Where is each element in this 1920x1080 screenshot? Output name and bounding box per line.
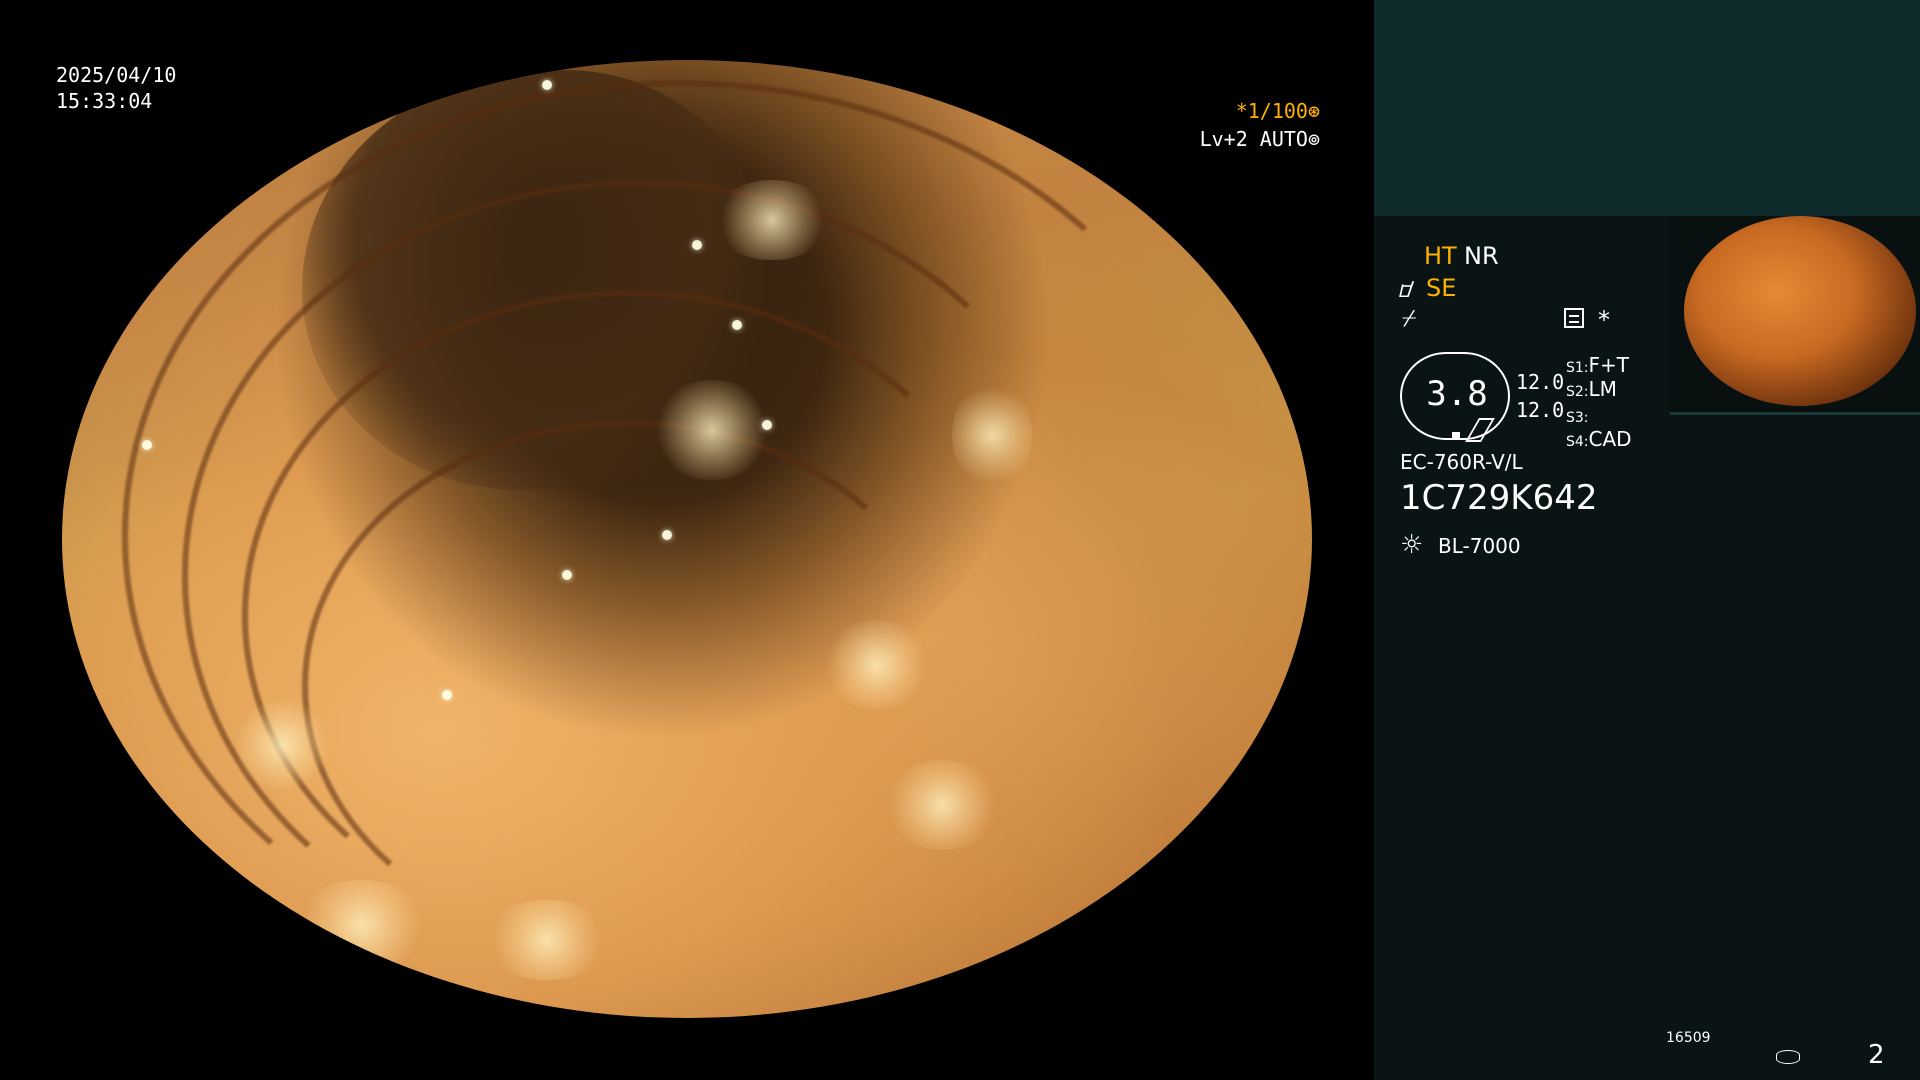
slot-label: S4: xyxy=(1566,434,1589,450)
iris-icon: ⊚ xyxy=(1307,127,1320,151)
structure-enhance-icon: ᝋ xyxy=(1398,278,1415,303)
endoscopy-screen: 2025/04/10 15:33:04 *1/100⊛ Lv+2 AUTO⊚ H… xyxy=(0,0,1920,1080)
reflection-cluster xyxy=(652,380,772,480)
thumbnail-image xyxy=(1684,216,1916,406)
shutter-text: *1/100 xyxy=(1235,99,1308,123)
specular-glint xyxy=(662,530,672,540)
level-text: Lv+2 AUTO xyxy=(1199,127,1308,151)
zoom-value: 3.8 xyxy=(1426,374,1488,414)
reflection-cluster xyxy=(822,620,932,710)
scope-model: EC-760R-V/L xyxy=(1400,450,1523,474)
time-text: 15:33:04 xyxy=(56,89,153,113)
settings-list-icon xyxy=(1564,308,1584,328)
reflection-cluster xyxy=(952,380,1032,490)
endoscopic-image xyxy=(62,60,1312,1018)
reflection-cluster xyxy=(712,180,832,260)
slot-label: S2: xyxy=(1566,384,1589,400)
ht-indicator: HT xyxy=(1424,242,1457,270)
specular-glint xyxy=(732,320,742,330)
shutter-display: *1/100⊛ xyxy=(1236,98,1320,124)
zoom-marker xyxy=(1452,432,1460,438)
page-number: 2 xyxy=(1868,1040,1885,1070)
top-band xyxy=(1374,0,1920,216)
switch-slot-4: S4:CAD xyxy=(1566,424,1632,452)
zoom-lever-icon xyxy=(1465,418,1495,442)
shutter-icon: ⊛ xyxy=(1307,99,1320,123)
light-source-model: BL-7000 xyxy=(1438,534,1521,558)
se-indicator: SE xyxy=(1426,274,1457,302)
specular-glint xyxy=(142,440,152,450)
storage-disk-icon xyxy=(1776,1050,1800,1064)
reflection-cluster xyxy=(232,700,332,790)
specular-glint xyxy=(442,690,452,700)
image-counter: 16509 xyxy=(1666,1030,1711,1046)
nr-indicator: NR xyxy=(1464,242,1499,270)
value-readout-2: 12.0 xyxy=(1516,398,1565,422)
thumbnail-preview[interactable] xyxy=(1670,216,1920,415)
reflection-cluster xyxy=(482,900,612,980)
reflection-cluster xyxy=(292,880,432,970)
datetime-display: 2025/04/10 15:33:04 xyxy=(56,62,176,114)
specular-glint xyxy=(692,240,702,250)
specular-glint xyxy=(562,570,572,580)
light-source-icon: ☼ xyxy=(1400,530,1424,560)
star-icon: * xyxy=(1598,306,1610,334)
value-readout-1: 12.0 xyxy=(1516,370,1565,394)
specular-glint xyxy=(762,420,772,430)
specular-glint xyxy=(542,80,552,90)
zoom-indicator: 3.8 xyxy=(1400,352,1510,442)
date-text: 2025/04/10 xyxy=(56,63,177,87)
scope-serial: 1C729K642 xyxy=(1400,478,1598,518)
level-display: Lv+2 AUTO⊚ xyxy=(1200,126,1320,152)
switch-slot-2: S2:LM xyxy=(1566,374,1617,402)
filter-icon: ⌿ xyxy=(1402,304,1417,332)
reflection-cluster xyxy=(882,760,1002,850)
info-panel: HT NR ᝋ SE ⌿ * 3.8 12.0 12.0 S1:F+T S2:L… xyxy=(1374,0,1920,1080)
slot-value: CAD xyxy=(1588,427,1632,451)
slot-value: LM xyxy=(1588,377,1617,401)
